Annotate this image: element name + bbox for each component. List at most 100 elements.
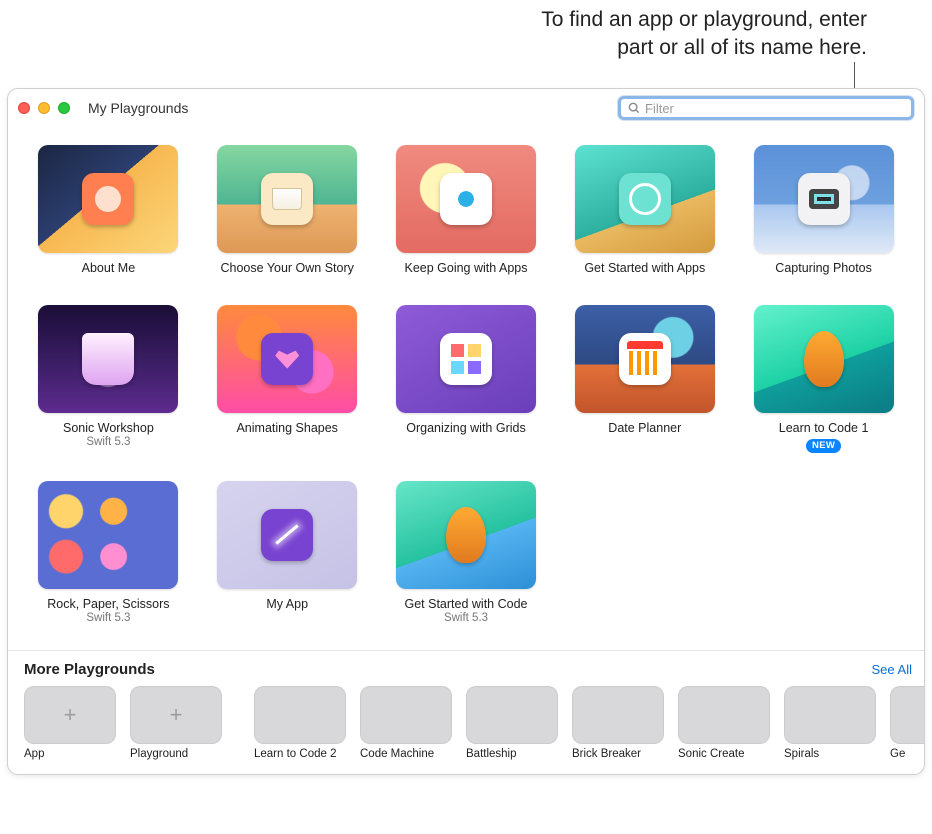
playground-tile[interactable]: Rock, Paper, ScissorsSwift 5.3 bbox=[36, 481, 181, 625]
playground-thumbnail bbox=[38, 305, 178, 413]
search-icon bbox=[627, 101, 641, 115]
search-field[interactable] bbox=[618, 96, 914, 120]
playground-subtitle: Swift 5.3 bbox=[394, 612, 539, 624]
playground-thumbnail bbox=[754, 145, 894, 253]
playground-thumbnail bbox=[754, 305, 894, 413]
grid4-icon bbox=[440, 333, 492, 385]
help-annotation-line2: part or all of its name here. bbox=[617, 36, 867, 59]
more-thumbnail bbox=[360, 686, 452, 744]
create-label: Playground bbox=[130, 748, 222, 760]
playground-tile[interactable]: About Me bbox=[36, 145, 181, 277]
playground-tile[interactable]: Capturing Photos bbox=[751, 145, 896, 277]
more-heading: More Playgrounds bbox=[24, 661, 155, 678]
playground-title: Animating Shapes bbox=[215, 421, 360, 437]
byte-icon bbox=[804, 331, 844, 387]
playground-tile[interactable]: Get Started with CodeSwift 5.3 bbox=[394, 481, 539, 625]
more-playground-tile[interactable]: Learn to Code 2 bbox=[254, 686, 346, 760]
create-app-tile[interactable]: + App bbox=[24, 686, 116, 760]
playground-tile[interactable]: Choose Your Own Story bbox=[215, 145, 360, 277]
playground-thumbnail bbox=[217, 145, 357, 253]
contact-icon bbox=[82, 173, 134, 225]
window-controls bbox=[18, 102, 70, 114]
playground-title: Sonic Workshop bbox=[36, 421, 181, 437]
more-label: Brick Breaker bbox=[572, 748, 664, 760]
playground-title: About Me bbox=[36, 261, 181, 277]
see-all-link[interactable]: See All bbox=[872, 662, 912, 677]
playground-thumbnail bbox=[217, 305, 357, 413]
more-thumbnail bbox=[572, 686, 664, 744]
byte-icon bbox=[446, 507, 486, 563]
gem-icon bbox=[82, 333, 134, 385]
create-playground-tile[interactable]: + Playground bbox=[130, 686, 222, 760]
more-playground-tile[interactable]: Brick Breaker bbox=[572, 686, 664, 760]
ideas-icon bbox=[619, 173, 671, 225]
more-thumbnail bbox=[254, 686, 346, 744]
more-label: Ge bbox=[890, 748, 924, 760]
more-playgrounds-strip: + App + Playground Learn to Code 2 Code Machi… bbox=[20, 686, 924, 760]
book-icon bbox=[261, 173, 313, 225]
more-thumbnail bbox=[678, 686, 770, 744]
playground-tile[interactable]: My App bbox=[215, 481, 360, 625]
more-playground-tile[interactable]: Spirals bbox=[784, 686, 876, 760]
more-playgrounds-section: More Playgrounds See All + App + Playground… bbox=[8, 650, 924, 774]
heart-icon bbox=[261, 333, 313, 385]
more-thumbnail bbox=[890, 686, 924, 744]
calendar-icon bbox=[619, 333, 671, 385]
playground-tile[interactable]: Date Planner bbox=[572, 305, 717, 453]
more-thumbnail bbox=[466, 686, 558, 744]
wand-icon bbox=[261, 509, 313, 561]
window-title: My Playgrounds bbox=[88, 100, 188, 116]
playground-thumbnail bbox=[38, 145, 178, 253]
more-label: Sonic Create bbox=[678, 748, 770, 760]
more-label: Learn to Code 2 bbox=[254, 748, 346, 760]
playground-thumbnail bbox=[217, 481, 357, 589]
more-thumbnail bbox=[784, 686, 876, 744]
playground-thumbnail bbox=[575, 145, 715, 253]
playground-title: Date Planner bbox=[572, 421, 717, 437]
more-label: Spirals bbox=[784, 748, 876, 760]
peacock-icon bbox=[440, 173, 492, 225]
plus-icon: + bbox=[64, 702, 77, 728]
help-annotation-line1: To find an app or playground, enter bbox=[541, 8, 867, 31]
help-annotation: To find an app or playground, enter part… bbox=[0, 0, 932, 78]
playground-title: Get Started with Apps bbox=[572, 261, 717, 277]
create-label: App bbox=[24, 748, 116, 760]
playgrounds-grid: About Me Choose Your Own Story Keep Going … bbox=[8, 127, 924, 650]
more-playground-tile[interactable]: Battleship bbox=[466, 686, 558, 760]
more-playground-tile[interactable]: Code Machine bbox=[360, 686, 452, 760]
create-thumbnail: + bbox=[130, 686, 222, 744]
more-label: Code Machine bbox=[360, 748, 452, 760]
playground-subtitle: Swift 5.3 bbox=[36, 612, 181, 624]
playground-title: Keep Going with Apps bbox=[394, 261, 539, 277]
playground-title: Learn to Code 1 bbox=[751, 421, 896, 437]
more-label: Battleship bbox=[466, 748, 558, 760]
create-thumbnail: + bbox=[24, 686, 116, 744]
playground-title: My App bbox=[215, 597, 360, 613]
close-icon[interactable] bbox=[18, 102, 30, 114]
playground-subtitle: Swift 5.3 bbox=[36, 436, 181, 448]
fullscreen-icon[interactable] bbox=[58, 102, 70, 114]
playground-title: Choose Your Own Story bbox=[215, 261, 360, 277]
more-playground-tile[interactable]: Ge bbox=[890, 686, 924, 760]
playground-tile[interactable]: Animating Shapes bbox=[215, 305, 360, 453]
playground-tile[interactable]: Get Started with Apps bbox=[572, 145, 717, 277]
playgrounds-window: My Playgrounds About Me Choose Your Own S… bbox=[7, 88, 925, 775]
playground-tile[interactable]: Learn to Code 1 NEW bbox=[751, 305, 896, 453]
minimize-icon[interactable] bbox=[38, 102, 50, 114]
playground-thumbnail bbox=[396, 145, 536, 253]
camera-icon bbox=[798, 173, 850, 225]
plus-icon: + bbox=[170, 702, 183, 728]
filter-input[interactable] bbox=[645, 101, 905, 116]
playground-title: Get Started with Code bbox=[394, 597, 539, 613]
playground-tile[interactable]: Organizing with Grids bbox=[394, 305, 539, 453]
playground-title: Organizing with Grids bbox=[394, 421, 539, 437]
playground-tile[interactable]: Sonic WorkshopSwift 5.3 bbox=[36, 305, 181, 453]
toolbar: My Playgrounds bbox=[8, 89, 924, 127]
playground-thumbnail bbox=[38, 481, 178, 589]
playground-title: Capturing Photos bbox=[751, 261, 896, 277]
playground-thumbnail bbox=[575, 305, 715, 413]
more-playground-tile[interactable]: Sonic Create bbox=[678, 686, 770, 760]
playground-tile[interactable]: Keep Going with Apps bbox=[394, 145, 539, 277]
new-badge: NEW bbox=[806, 439, 841, 453]
playground-thumbnail bbox=[396, 481, 536, 589]
